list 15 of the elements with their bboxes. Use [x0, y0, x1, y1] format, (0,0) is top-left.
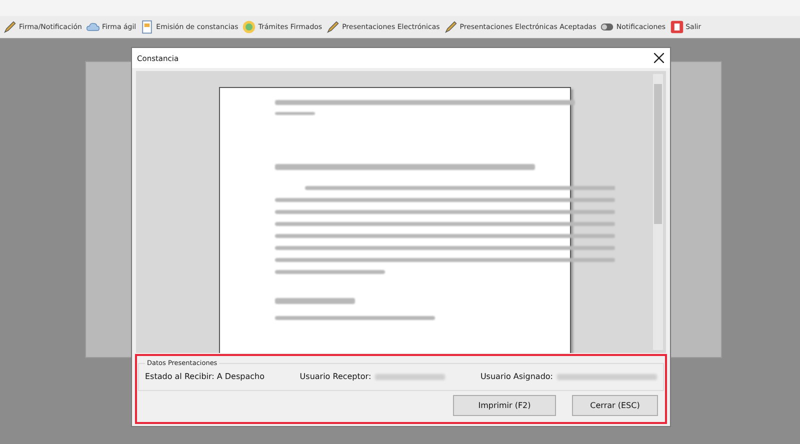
- pen-icon: [326, 20, 340, 34]
- field-label: Usuario Receptor:: [300, 372, 372, 381]
- field-label: Estado al Recibir: A Despacho: [145, 372, 264, 381]
- close-button[interactable]: Cerrar (ESC): [572, 395, 658, 416]
- cloud-icon: [86, 20, 100, 34]
- scrollbar[interactable]: [653, 74, 663, 350]
- field-label: Usuario Asignado:: [480, 372, 553, 381]
- close-icon[interactable]: [654, 53, 664, 63]
- document-icon: [140, 20, 154, 34]
- exit-icon: [670, 20, 684, 34]
- redacted-value: [375, 374, 446, 380]
- badge-icon: [242, 20, 256, 34]
- print-button[interactable]: Imprimir (F2): [453, 395, 556, 416]
- pen-icon: [444, 20, 458, 34]
- pen-icon: [3, 20, 17, 34]
